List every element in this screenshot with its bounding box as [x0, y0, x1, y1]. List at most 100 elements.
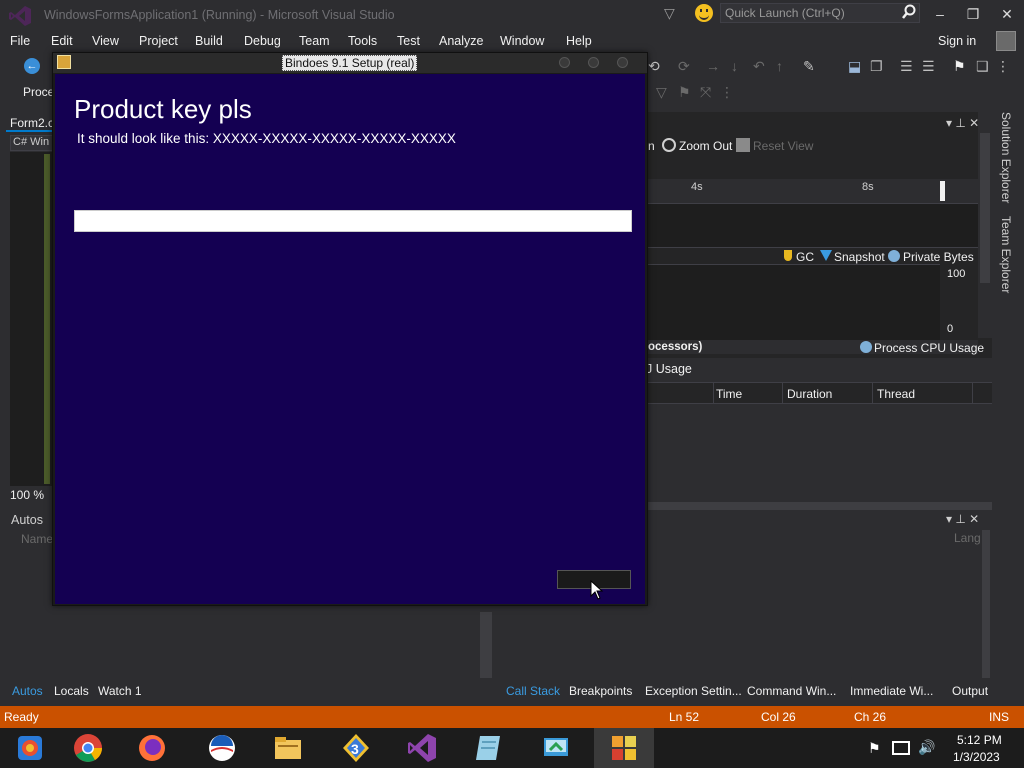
reset-view-button[interactable]: Reset View: [753, 139, 813, 153]
zoom-out-button[interactable]: Zoom Out: [679, 139, 732, 153]
zoom-level[interactable]: 100 %: [10, 488, 44, 502]
menu-tools[interactable]: Tools: [348, 34, 377, 48]
tab-call-stack[interactable]: Call Stack: [506, 684, 560, 698]
column-thread[interactable]: Thread: [877, 387, 915, 401]
refresh-icon[interactable]: ⟲: [648, 58, 660, 75]
menu-view[interactable]: View: [92, 34, 119, 48]
breakpoint-toggle-icon[interactable]: ✎: [803, 58, 815, 75]
bookmark-icon[interactable]: ⚑: [953, 58, 966, 75]
step-out-icon[interactable]: ↑: [776, 58, 783, 74]
menu-build[interactable]: Build: [195, 34, 223, 48]
outdent-icon[interactable]: ☰: [922, 58, 935, 75]
menu-team[interactable]: Team: [299, 34, 330, 48]
notepad-icon: [476, 736, 500, 760]
menu-debug[interactable]: Debug: [244, 34, 281, 48]
obama-logo-icon: [209, 735, 235, 761]
step-back-icon[interactable]: ↶: [753, 58, 765, 75]
code-map-icon[interactable]: ⤧: [700, 84, 711, 101]
document-tab-form2[interactable]: Form2.c: [10, 116, 54, 130]
minimize-button[interactable]: –: [928, 3, 952, 25]
clock-time[interactable]: 5:12 PM: [957, 733, 1002, 747]
restore-button[interactable]: ❐: [961, 3, 985, 25]
layout-icon[interactable]: ⬓: [848, 58, 861, 75]
panel-pin-controls[interactable]: ▾ ⊥ ✕: [946, 116, 979, 130]
clock-date[interactable]: 1/3/2023: [953, 750, 1000, 764]
navigation-project-dropdown[interactable]: C# Win: [10, 135, 56, 151]
setup-dialog-body: [55, 74, 645, 604]
flag-threads-icon[interactable]: ⚑: [678, 84, 691, 101]
taskbar-visual-studio[interactable]: [392, 728, 452, 768]
legend-snapshot: Snapshot: [834, 250, 885, 264]
taskbar-notepad[interactable]: [458, 728, 518, 768]
back-icon[interactable]: ←: [24, 58, 40, 74]
indent-icon[interactable]: ☰: [900, 58, 913, 75]
menu-project[interactable]: Project: [139, 34, 178, 48]
bookmark-list-icon[interactable]: ❑: [976, 58, 989, 75]
tab-output[interactable]: Output: [952, 684, 988, 698]
dialog-close-button[interactable]: [617, 57, 628, 68]
tab-autos[interactable]: Autos: [12, 684, 43, 698]
filter-icon[interactable]: ▽: [664, 5, 678, 21]
taskbar-app-3[interactable]: 3: [326, 728, 386, 768]
lower-panel-pin-controls[interactable]: ▾ ⊥ ✕: [946, 512, 979, 526]
tab-exception-settings[interactable]: Exception Settin...: [645, 684, 742, 698]
filter-threads-icon[interactable]: ▽: [656, 84, 667, 101]
private-bytes-icon: [888, 250, 900, 262]
legend-gc: GC: [796, 250, 814, 264]
menu-analyze[interactable]: Analyze: [439, 34, 483, 48]
tab-solution-explorer[interactable]: Solution Explorer: [999, 112, 1013, 203]
search-icon[interactable]: [901, 4, 917, 20]
step-into-icon[interactable]: ↓: [731, 58, 738, 74]
taskbar-chrome[interactable]: [58, 728, 118, 768]
action-center-flag-icon[interactable]: ⚑: [868, 740, 881, 757]
diagnostic-scrollbar-thumb[interactable]: [980, 133, 990, 283]
account-icon[interactable]: [996, 31, 1016, 51]
dialog-maximize-button[interactable]: [588, 57, 599, 68]
step-over-icon[interactable]: →: [706, 58, 720, 74]
tab-team-explorer[interactable]: Team Explorer: [999, 216, 1013, 293]
close-button[interactable]: ✕: [995, 3, 1019, 25]
toolbar-overflow-icon[interactable]: ⋮: [996, 58, 1010, 75]
call-stack-scrollbar[interactable]: [982, 530, 990, 678]
toolbar2-overflow-icon[interactable]: ⋮: [720, 84, 734, 101]
menu-window[interactable]: Window: [500, 34, 544, 48]
column-separator: [782, 383, 783, 403]
tab-watch-1[interactable]: Watch 1: [98, 684, 142, 698]
zoom-out-icon[interactable]: [662, 138, 676, 152]
window-icon[interactable]: ❐: [870, 58, 883, 75]
menu-file[interactable]: File: [10, 34, 30, 48]
taskbar-remote-app[interactable]: [526, 728, 586, 768]
timeline-handle[interactable]: [940, 181, 945, 201]
tab-immediate-window[interactable]: Immediate Wi...: [850, 684, 933, 698]
sign-in-link[interactable]: Sign in: [938, 34, 976, 48]
tab-command-window[interactable]: Command Win...: [747, 684, 836, 698]
tab-breakpoints[interactable]: Breakpoints: [569, 684, 632, 698]
volume-icon[interactable]: 🔊: [918, 739, 935, 756]
autos-scrollbar[interactable]: [480, 612, 492, 678]
taskbar-setup-app[interactable]: [594, 728, 654, 768]
column-time[interactable]: Time: [716, 387, 742, 401]
column-separator: [713, 383, 714, 403]
status-insert-mode: INS: [989, 710, 1010, 724]
column-duration[interactable]: Duration: [787, 387, 832, 401]
quick-launch-input[interactable]: Quick Launch (Ctrl+Q): [720, 3, 920, 23]
tab-locals[interactable]: Locals: [54, 684, 89, 698]
taskbar-file-explorer[interactable]: [258, 728, 318, 768]
horizontal-scrollbar[interactable]: [648, 502, 992, 510]
feedback-smiley-icon[interactable]: [695, 4, 713, 22]
reset-view-icon[interactable]: [736, 138, 750, 152]
taskbar-firefox[interactable]: [122, 728, 182, 768]
call-stack-language-column[interactable]: Lang: [954, 531, 981, 545]
setup-app-taskbar-icon: [612, 736, 636, 760]
product-key-input[interactable]: [74, 210, 632, 232]
menu-edit[interactable]: Edit: [51, 34, 73, 48]
taskbar-photos[interactable]: [0, 728, 60, 768]
stop-icon[interactable]: ⟳: [678, 58, 690, 75]
menu-help[interactable]: Help: [566, 34, 592, 48]
dialog-minimize-button[interactable]: [559, 57, 570, 68]
autos-name-column[interactable]: Name: [21, 532, 53, 546]
menu-test[interactable]: Test: [397, 34, 420, 48]
taskbar-obama-app[interactable]: [192, 728, 252, 768]
cpu-usage-section-title[interactable]: J Usage: [646, 362, 692, 376]
network-icon[interactable]: [892, 741, 910, 755]
